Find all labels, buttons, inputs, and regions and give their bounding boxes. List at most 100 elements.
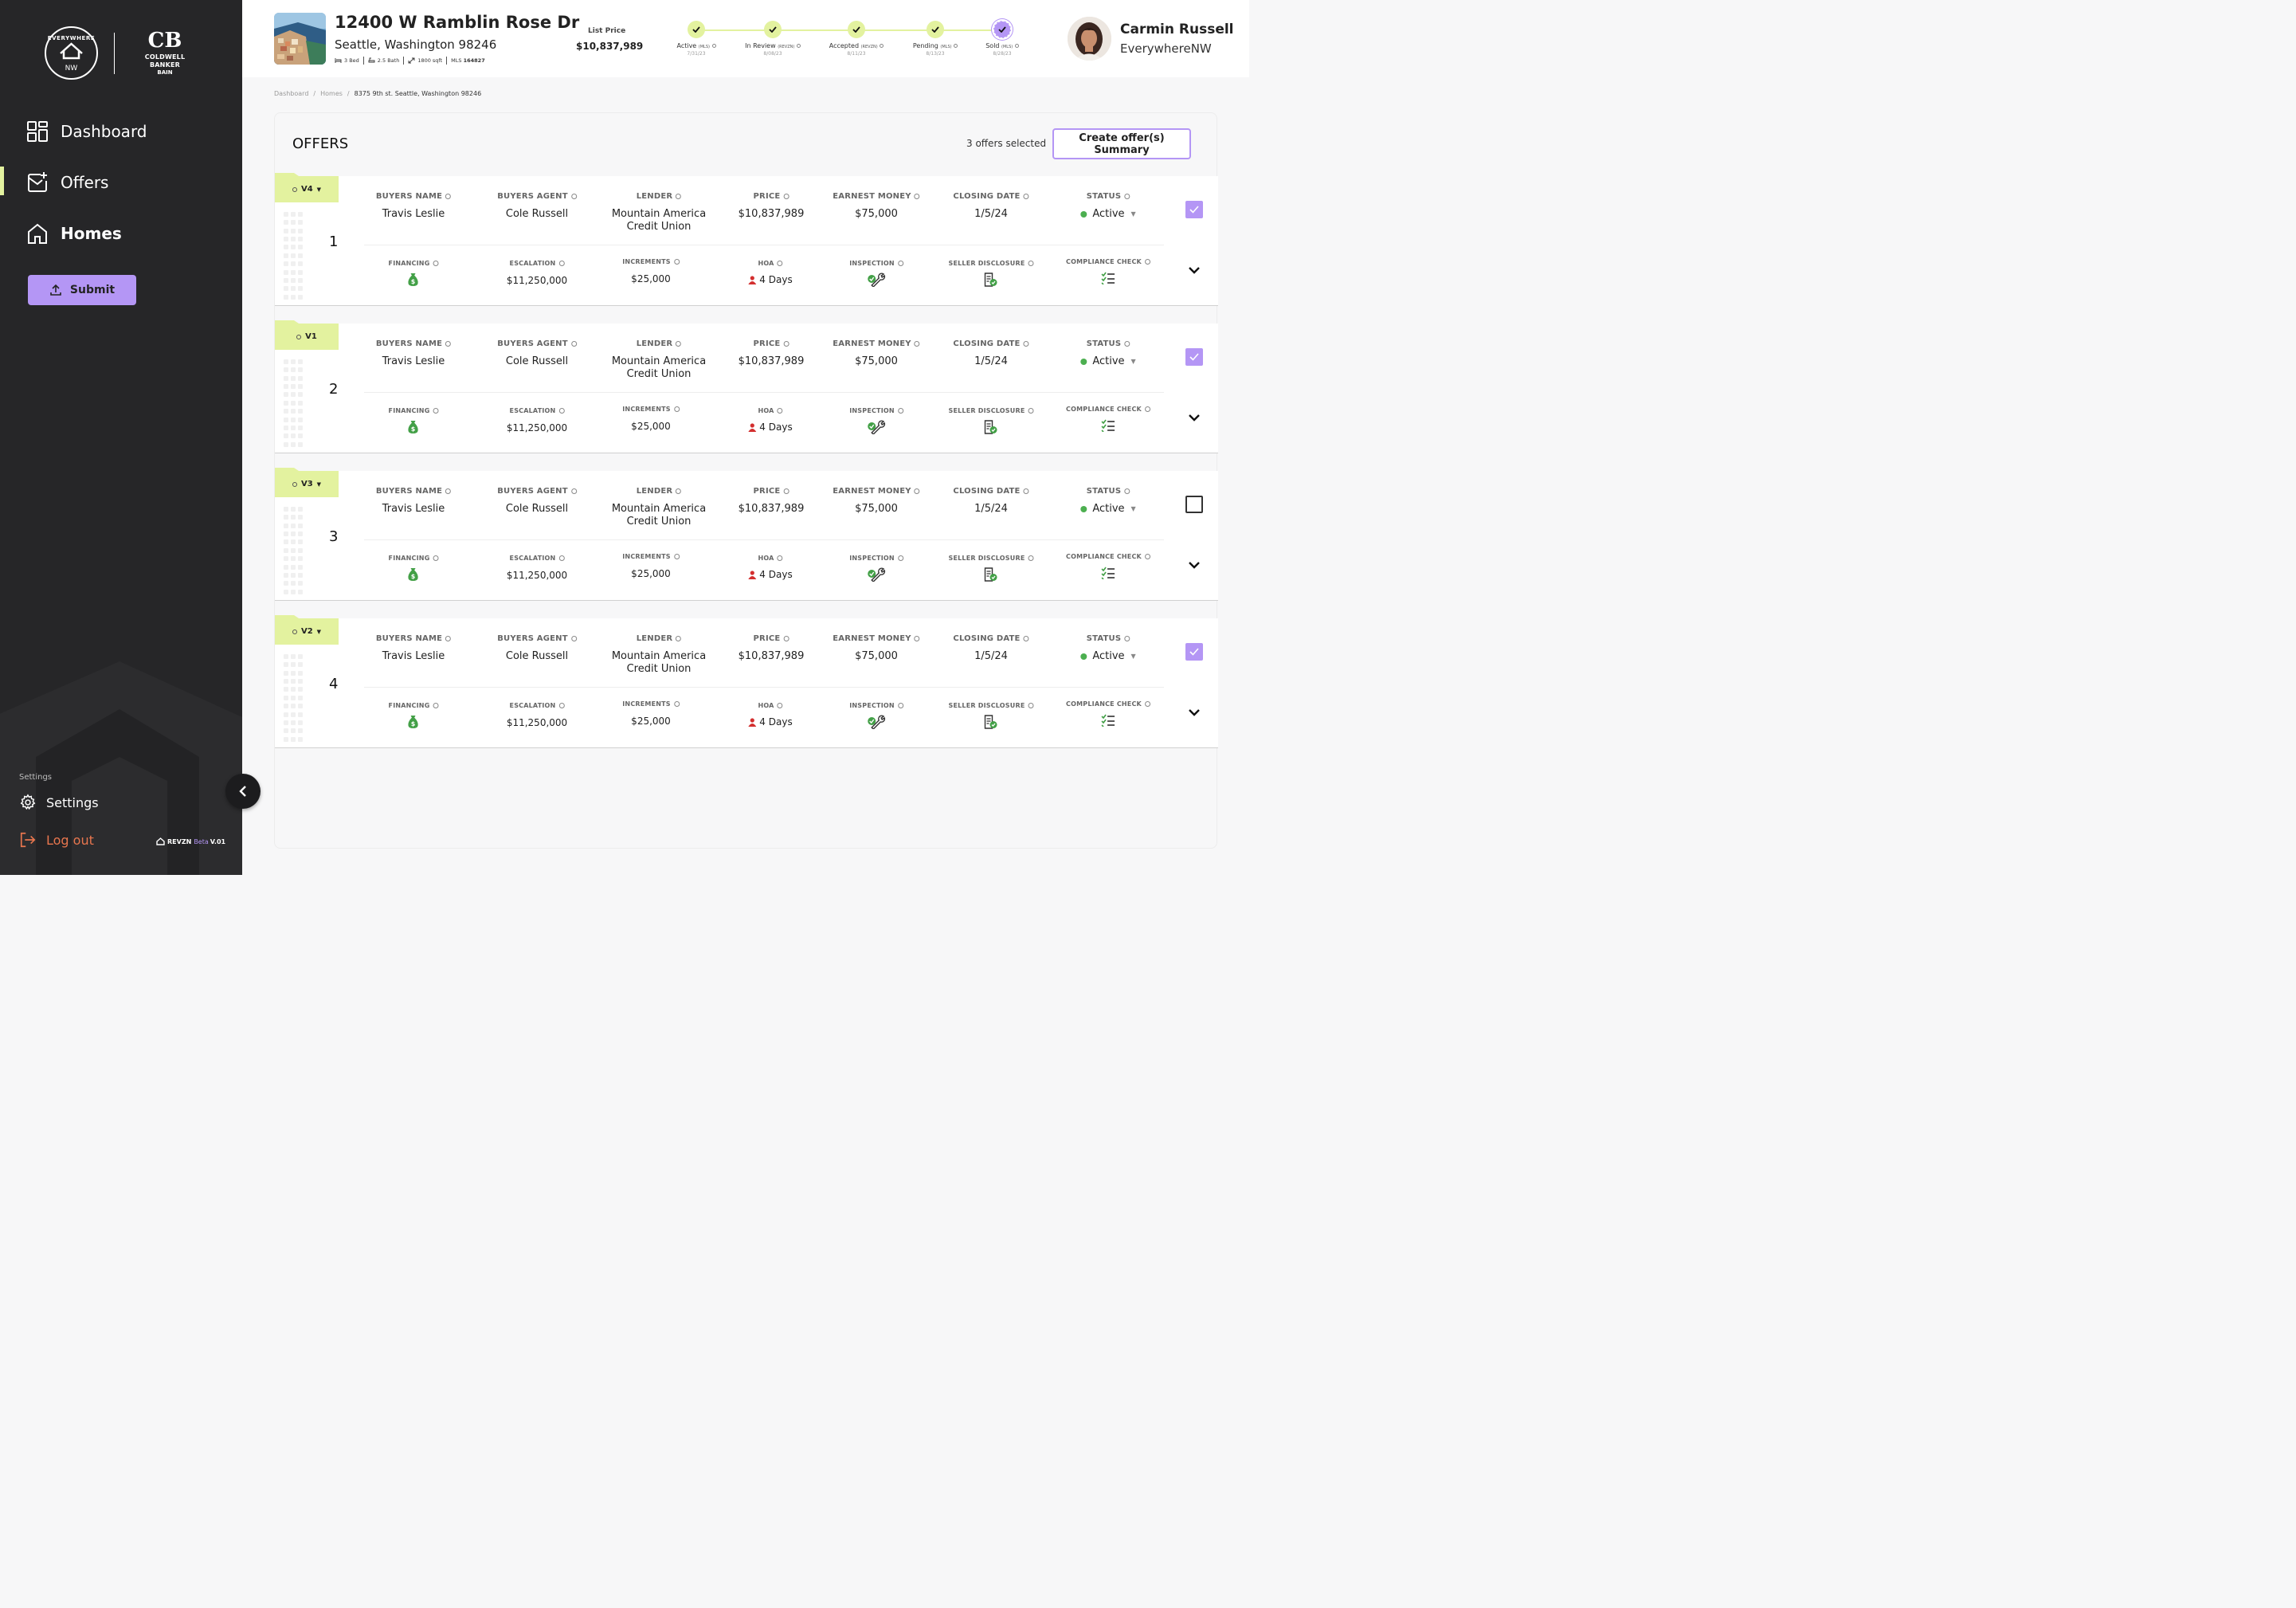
offer-select-checkbox[interactable] [1185, 643, 1203, 661]
chevron-left-icon [239, 786, 246, 797]
status-value: Active [1092, 650, 1125, 662]
version-selector[interactable]: V1 [275, 324, 339, 350]
document-check-icon[interactable] [949, 420, 1034, 434]
beds-value: 3 Bed [344, 57, 359, 64]
closing-date-label: CLOSING DATE [953, 192, 1029, 201]
lender-value: Mountain America Credit Union [612, 503, 706, 528]
property-thumbnail[interactable] [274, 13, 326, 65]
expand-row-button[interactable] [1186, 704, 1202, 720]
step-date: 8/11/23 [847, 51, 866, 57]
status-label: STATUS [1080, 339, 1135, 348]
money-bag-icon[interactable]: $ [389, 715, 439, 729]
buyers-name-cell: BUYERS NAME Travis Leslie [376, 634, 452, 663]
wrench-check-icon[interactable] [849, 420, 903, 434]
info-icon [433, 408, 439, 414]
buyers-agent-value: Cole Russell [505, 650, 569, 662]
money-bag-icon[interactable]: $ [389, 567, 439, 582]
breadcrumb-dashboard[interactable]: Dashboard [274, 90, 308, 97]
price-label: PRICE [739, 634, 805, 643]
status-dropdown[interactable]: Active ▼ [1080, 355, 1136, 368]
version-selector[interactable]: V4 ▼ [275, 176, 339, 202]
column-label-text: INSPECTION [849, 407, 895, 414]
status-progress: Active (MLS) 7/31/23 In Review (REVZN) 8/… [672, 21, 1039, 61]
version-selector[interactable]: V3 ▼ [275, 471, 339, 497]
wrench-check-icon[interactable] [849, 715, 903, 729]
create-summary-button[interactable]: Create offer(s) Summary [1052, 128, 1191, 159]
offer-select-checkbox[interactable] [1185, 348, 1203, 366]
price-cell: PRICE $10,837,989 [739, 339, 805, 368]
collapse-sidebar-button[interactable] [225, 774, 261, 809]
submit-button[interactable]: Submit [28, 275, 136, 305]
column-label-text: EARNEST MONEY [833, 634, 911, 643]
row-divider [364, 539, 1164, 540]
document-check-icon[interactable] [949, 273, 1034, 287]
info-icon [1124, 341, 1130, 347]
info-icon [558, 261, 565, 266]
money-bag-icon[interactable]: $ [389, 420, 439, 434]
avatar[interactable] [1068, 17, 1111, 61]
step-label-tag: (MLS) [1001, 45, 1013, 49]
offer-select-checkbox[interactable] [1185, 496, 1203, 513]
compliance-check-label: COMPLIANCE CHECK [1066, 258, 1150, 265]
info-icon [558, 555, 565, 561]
compliance-check-label: COMPLIANCE CHECK [1066, 406, 1150, 413]
version-label: V1 [305, 332, 317, 341]
document-check-icon[interactable] [949, 567, 1034, 582]
wrench-check-icon[interactable] [849, 273, 903, 287]
mls-spec: MLS 164827 [451, 57, 485, 64]
status-dropdown[interactable]: Active ▼ [1080, 650, 1136, 663]
document-check-icon[interactable] [949, 715, 1034, 729]
chevron-down-icon [1189, 562, 1200, 569]
hoa-value: 4 Days [748, 274, 793, 285]
hoa-cell: HOA 4 Days [748, 260, 793, 285]
version-selector[interactable]: V2 ▼ [275, 618, 339, 645]
expand-row-button[interactable] [1186, 410, 1202, 426]
status-dot-icon [1080, 211, 1087, 218]
checklist-icon[interactable] [1066, 271, 1150, 285]
compliance-check-cell: COMPLIANCE CHECK [1066, 553, 1150, 580]
info-icon [570, 194, 577, 199]
settings-link[interactable]: Settings [19, 794, 99, 811]
expand-row-button[interactable] [1186, 262, 1202, 278]
checklist-icon[interactable] [1066, 418, 1150, 433]
column-label-text: SELLER DISCLOSURE [948, 555, 1025, 562]
drag-handle[interactable] [284, 507, 304, 594]
closing-date-label: CLOSING DATE [953, 487, 1029, 496]
column-label-text: CLOSING DATE [953, 339, 1021, 348]
logout-link[interactable]: Log out [19, 831, 94, 849]
wrench-check-icon[interactable] [849, 567, 903, 582]
offer-select-checkbox[interactable] [1185, 201, 1203, 218]
lender-line-1: Mountain America [611, 650, 707, 662]
drag-handle[interactable] [284, 654, 304, 742]
breadcrumb-current: 8375 9th st. Seattle, Washington 98246 [354, 90, 482, 97]
offer-row[interactable]: V3 ▼ 3 BUYERS NAME Travis Leslie BUYERS AGENT… [275, 471, 1218, 601]
info-icon [1028, 555, 1034, 561]
checklist-icon[interactable] [1066, 566, 1150, 580]
drag-handle[interactable] [284, 212, 304, 300]
status-dropdown[interactable]: Active ▼ [1080, 208, 1136, 221]
status-dropdown[interactable]: Active ▼ [1080, 503, 1136, 516]
status-label: STATUS [1080, 487, 1135, 496]
column-label-text: SELLER DISCLOSURE [948, 260, 1025, 267]
progress-step: Sold (MLS) 8/28/23 [966, 21, 1038, 57]
breadcrumb-homes[interactable]: Homes [320, 90, 343, 97]
beds-spec: 3 Bed [335, 57, 359, 64]
offer-row[interactable]: V1 2 BUYERS NAME Travis Leslie BUYERS AGENT C… [275, 324, 1218, 453]
column-label-text: HOA [758, 260, 774, 267]
info-icon [570, 341, 577, 347]
checklist-icon[interactable] [1066, 713, 1150, 728]
property-header: 12400 W Ramblin Rose Dr Seattle, Washing… [242, 0, 1249, 77]
offer-row[interactable]: V2 ▼ 4 BUYERS NAME Travis Leslie BUYERS AGENT… [275, 618, 1218, 748]
offer-row[interactable]: V4 ▼ 1 BUYERS NAME Travis Leslie BUYERS AGENT… [275, 176, 1218, 306]
offer-index: 2 [329, 381, 339, 398]
sidebar-item-dashboard[interactable]: Dashboard [0, 116, 242, 147]
sidebar-item-offers[interactable]: Offers [0, 167, 242, 198]
inspection-cell: INSPECTION [849, 407, 903, 434]
sidebar-item-homes[interactable]: Homes [0, 218, 242, 249]
row-divider [364, 392, 1164, 393]
money-bag-icon[interactable]: $ [389, 273, 439, 287]
status-label: STATUS [1080, 192, 1135, 201]
step-label: Active (MLS) [660, 42, 732, 49]
expand-row-button[interactable] [1186, 557, 1202, 573]
drag-handle[interactable] [284, 359, 304, 447]
